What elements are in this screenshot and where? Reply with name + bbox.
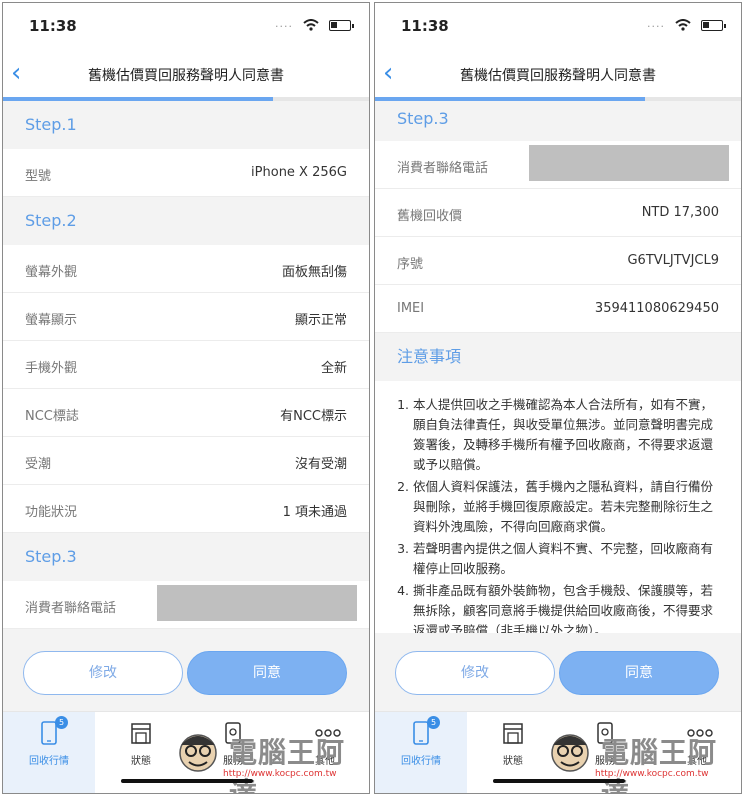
note-item: 依個人資料保護法，舊手機內之隱私資料，請自行備份與刪除，並將手機回復原廠設定。若…	[413, 477, 723, 537]
agree-button[interactable]: 同意	[187, 651, 347, 695]
row-consumer-phone: 消費者聯絡電話	[3, 581, 369, 629]
action-buttons: 修改 同意	[375, 635, 741, 711]
phone-screen-left: 11:38 .... ‹ 舊機估價買回服務聲明人同意書 Step.1 型號 iP…	[2, 2, 370, 794]
watermark-url: http://www.kocpc.com.tw	[595, 769, 709, 779]
row-label: 受潮	[25, 457, 52, 472]
row-label: 螢幕顯示	[25, 313, 78, 328]
section-step1: Step.1	[3, 101, 369, 149]
row-function-status: 功能狀況 1 項未通過	[3, 485, 369, 533]
row-value: 全新	[320, 361, 347, 376]
status-bar: 11:38 ....	[375, 3, 741, 51]
badge-count: 5	[427, 716, 440, 729]
row-value: NTD 17,300	[641, 205, 719, 220]
row-moisture: 受潮 沒有受潮	[3, 437, 369, 485]
badge-count: 5	[55, 716, 68, 729]
section-step3: Step.3	[375, 101, 741, 141]
row-ncc-mark: NCC標誌 有NCC標示	[3, 389, 369, 437]
mascot-icon	[179, 734, 217, 772]
modify-button[interactable]: 修改	[395, 651, 555, 695]
watermark-text: 電腦王阿達	[229, 736, 346, 794]
phone-icon: 5	[37, 716, 68, 746]
row-value: 面板無刮傷	[281, 265, 347, 280]
row-screen-appearance: 螢幕外觀 面板無刮傷	[3, 245, 369, 293]
store-icon	[501, 720, 525, 746]
row-consumer-phone: 消費者聯絡電話	[375, 141, 741, 189]
page-title: 舊機估價買回服務聲明人同意書	[88, 68, 284, 84]
row-recycle-price: 舊機回收價 NTD 17,300	[375, 189, 741, 237]
watermark-text: 電腦王阿達	[601, 736, 718, 794]
note-item: 若聲明書內提供之個人資料不實、不完整，回收廠商有權停止回收服務。	[413, 539, 723, 579]
agree-button[interactable]: 同意	[559, 651, 719, 695]
row-model: 型號 iPhone X 256G	[3, 149, 369, 197]
home-indicator	[493, 779, 625, 783]
row-label: 型號	[25, 169, 52, 184]
phone-icon: 5	[409, 716, 440, 746]
signal-icon: ....	[275, 17, 293, 30]
row-value: iPhone X 256G	[251, 165, 347, 180]
redacted-phone-value	[529, 145, 729, 181]
row-value: 有NCC標示	[280, 409, 347, 424]
section-step2: Step.2	[3, 197, 369, 245]
tab-recycle-quotes[interactable]: 5 回收行情	[3, 712, 95, 793]
redacted-phone-value	[157, 585, 357, 621]
row-label: 功能狀況	[25, 505, 78, 520]
form-content[interactable]: Step.1 型號 iPhone X 256G Step.2 螢幕外觀 面板無刮…	[3, 101, 369, 633]
note-item: 撕非產品既有額外裝飾物，包含手機殼、保護膜等，若無拆除，顧客同意將手機提供給回收…	[413, 581, 723, 633]
watermark-url: http://www.kocpc.com.tw	[223, 769, 337, 779]
status-time: 11:38	[29, 17, 77, 35]
nav-bar: ‹ 舊機估價買回服務聲明人同意書	[3, 51, 369, 97]
row-label: 手機外觀	[25, 361, 78, 376]
signal-icon: ....	[647, 17, 665, 30]
row-value: 顯示正常	[294, 313, 347, 328]
status-bar: 11:38 ....	[3, 3, 369, 51]
row-label: 螢幕外觀	[25, 265, 78, 280]
row-label: 消費者聯絡電話	[25, 601, 117, 616]
row-value: G6TVLJTVJCL9	[627, 253, 719, 268]
status-time: 11:38	[401, 17, 449, 35]
row-label: 舊機回收價	[397, 209, 463, 224]
row-label: IMEI	[397, 301, 425, 316]
row-phone-appearance: 手機外觀 全新	[3, 341, 369, 389]
tab-label: 回收行情	[29, 756, 69, 767]
battery-icon	[701, 20, 726, 31]
comparison-view: 11:38 .... ‹ 舊機估價買回服務聲明人同意書 Step.1 型號 iP…	[0, 0, 744, 800]
form-content[interactable]: Step.3 消費者聯絡電話 舊機回收價 NTD 17,300 序號 G6TVL…	[375, 101, 741, 633]
section-notes: 注意事項	[375, 333, 741, 381]
row-label: 消費者聯絡電話	[397, 161, 489, 176]
row-serial: 序號 G6TVLJTVJCL9	[375, 237, 741, 285]
tab-label: 回收行情	[401, 756, 441, 767]
section-step3: Step.3	[3, 533, 369, 581]
row-screen-display: 螢幕顯示 顯示正常	[3, 293, 369, 341]
mascot-icon	[551, 734, 589, 772]
page-title: 舊機估價買回服務聲明人同意書	[460, 68, 656, 84]
tab-recycle-quotes[interactable]: 5 回收行情	[375, 712, 467, 793]
wifi-icon	[303, 19, 319, 31]
store-icon	[129, 720, 153, 746]
modify-button[interactable]: 修改	[23, 651, 183, 695]
row-imei: IMEI 359411080629450	[375, 285, 741, 333]
note-item: 本人提供回收之手機確認為本人合法所有，如有不實，願自負法律責任，與收受單位無涉。…	[413, 395, 723, 475]
battery-icon	[329, 20, 354, 31]
action-buttons: 修改 同意	[3, 635, 369, 711]
row-label: NCC標誌	[25, 409, 79, 424]
notes-list: 本人提供回收之手機確認為本人合法所有，如有不實，願自負法律責任，與收受單位無涉。…	[375, 381, 741, 633]
home-indicator	[121, 779, 253, 783]
nav-bar: ‹ 舊機估價買回服務聲明人同意書	[375, 51, 741, 97]
row-value: 1 項未通過	[282, 505, 347, 520]
row-label: 序號	[397, 257, 424, 272]
row-value: 沒有受潮	[294, 457, 347, 472]
row-value: 359411080629450	[594, 301, 719, 316]
wifi-icon	[675, 19, 691, 31]
phone-screen-right: 11:38 .... ‹ 舊機估價買回服務聲明人同意書 Step.3 消費者聯絡…	[374, 2, 742, 794]
